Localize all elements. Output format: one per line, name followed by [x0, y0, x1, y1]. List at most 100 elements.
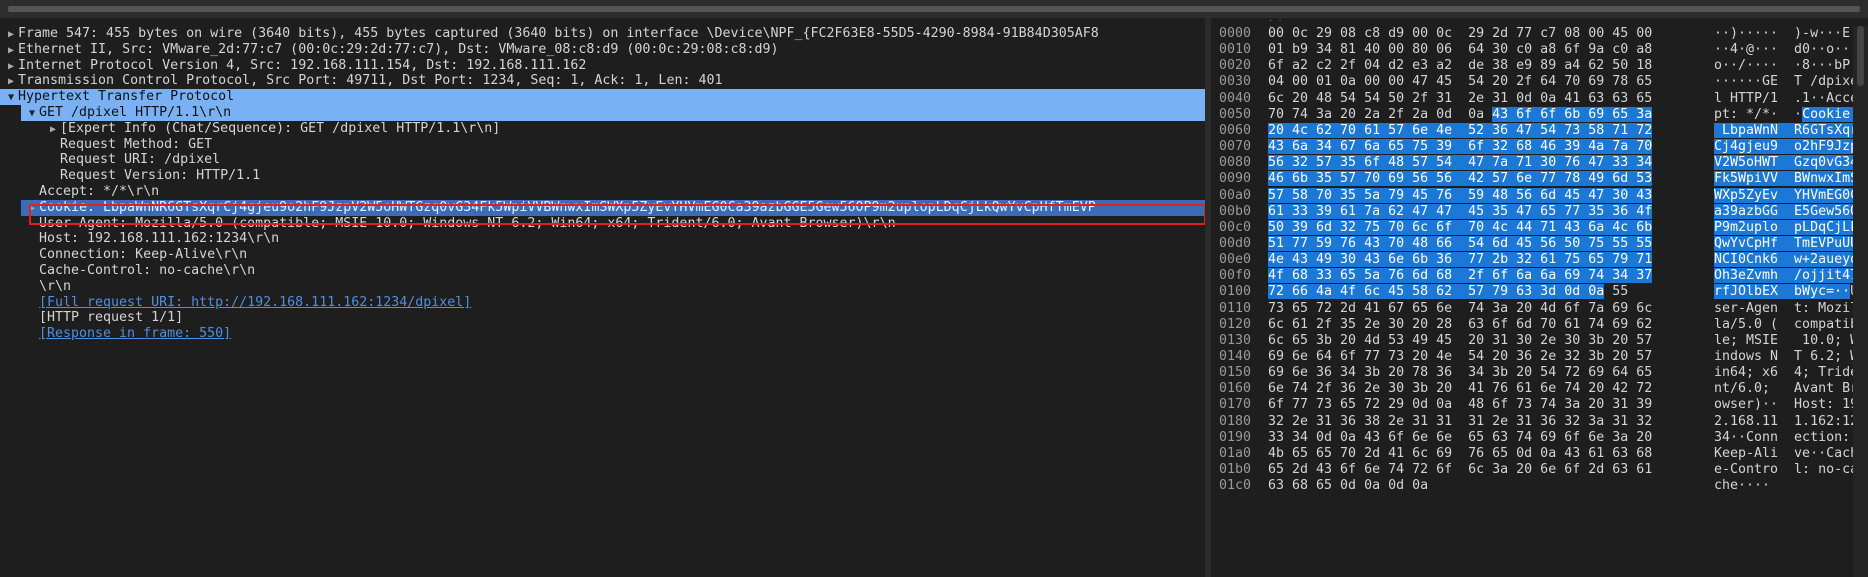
ascii-bytes[interactable]: in64; x6 4; Tride [1714, 365, 1864, 381]
hex-bytes[interactable]: 00 0c 29 08 c8 d9 00 0c 29 2d 77 c7 08 0… [1268, 26, 1676, 42]
tree-row[interactable]: ▶ Ethernet II, Src: VMware_2d:77:c7 (00:0… [0, 42, 1205, 58]
collapse-arrow-icon[interactable]: ▼ [4, 90, 18, 106]
hex-bytes[interactable]: 6c 65 3b 20 4d 53 49 45 20 31 30 2e 30 3… [1268, 333, 1676, 349]
bytes-row[interactable]: 01b0 65 2d 43 6f 6e 74 72 6f 6c 3a 20 6e … [1211, 462, 1868, 478]
tree-row[interactable]: ▶ Frame 547: 455 bytes on wire (3640 bits… [0, 26, 1205, 42]
bytes-row[interactable]: 0000 00 0c 29 08 c8 d9 00 0c 29 2d 77 c7 … [1211, 26, 1868, 42]
hex-bytes[interactable]: 50 39 6d 32 75 70 6c 6f 70 4c 44 71 43 6… [1268, 219, 1676, 236]
ascii-bytes[interactable]: Oh3eZvmh /ojjit47 [1714, 268, 1864, 284]
bytes-row[interactable]: 01c0 63 68 65 0d 0a 0d 0a che···· [1211, 478, 1868, 494]
expand-arrow-icon[interactable]: ▶ [46, 122, 60, 138]
hex-bytes[interactable]: 6c 20 48 54 54 50 2f 31 2e 31 0d 0a 41 6… [1268, 91, 1676, 107]
bytes-row[interactable]: 0010 01 b9 34 81 40 00 80 06 64 30 c0 a8 … [1211, 42, 1868, 58]
ascii-bytes[interactable]: P9m2uplo pLDqCjLk [1714, 219, 1864, 236]
bytes-row[interactable]: 0040 6c 20 48 54 54 50 2f 31 2e 31 0d 0a … [1211, 91, 1868, 107]
packet-bytes-pane[interactable]: 0000 00 0c 29 08 c8 d9 00 0c 29 2d 77 c7 … [1211, 26, 1868, 577]
hex-bytes[interactable]: 32 2e 31 36 38 2e 31 31 31 2e 31 36 32 3… [1268, 414, 1676, 430]
bytes-row[interactable]: 0190 33 34 0d 0a 43 6f 6e 6e 65 63 74 69 … [1211, 430, 1868, 446]
ascii-bytes[interactable]: V2W5oHWT Gzq0vG34 [1714, 155, 1864, 171]
tree-row[interactable]: ▶ Transmission Control Protocol, Src Port… [0, 73, 1205, 89]
hex-bytes[interactable]: 01 b9 34 81 40 00 80 06 64 30 c0 a8 6f 9… [1268, 42, 1676, 58]
bytes-row[interactable]: 0180 32 2e 31 36 38 2e 31 31 31 2e 31 36 … [1211, 414, 1868, 430]
ascii-bytes[interactable]: Cj4gjeu9 o2hF9Jzp [1714, 139, 1864, 155]
bytes-row[interactable]: 0170 6f 77 73 65 72 29 0d 0a 48 6f 73 74 … [1211, 397, 1868, 413]
ascii-bytes[interactable]: ······GE T /dpixe [1714, 74, 1864, 90]
ascii-bytes[interactable]: Fk5WpiVV BWnwxImS [1714, 171, 1864, 187]
bytes-row[interactable]: 0030 04 00 01 0a 00 00 47 45 54 20 2f 64 … [1211, 74, 1868, 90]
bytes-row[interactable]: 0100 72 66 4a 4f 6c 45 58 62 57 79 63 3d … [1211, 284, 1868, 300]
ascii-bytes[interactable]: NCI0Cnk6 w+2aueyq [1714, 252, 1864, 268]
hex-bytes[interactable]: 43 6a 34 67 6a 65 75 39 6f 32 68 46 39 4… [1268, 139, 1676, 155]
tree-row[interactable]: Request Version: HTTP/1.1 [0, 168, 1205, 184]
ascii-bytes[interactable]: indows N T 6.2; W [1714, 349, 1864, 365]
tree-row[interactable]: [Response in frame: 550] [0, 326, 1205, 342]
ascii-bytes[interactable]: pt: */*· ·Cookie: [1714, 106, 1864, 123]
ascii-bytes[interactable]: 34··Conn ection: [1714, 430, 1864, 446]
bytes-row[interactable]: 01a0 4b 65 65 70 2d 41 6c 69 76 65 0d 0a … [1211, 446, 1868, 462]
pane-splitter-grip[interactable]: · · · · · [1268, 17, 1290, 37]
ascii-bytes[interactable]: QwYvCpHf TmEVPuUU [1714, 235, 1864, 252]
hex-bytes[interactable]: 6e 74 2f 36 2e 30 3b 20 41 76 61 6e 74 2… [1268, 381, 1676, 397]
expand-arrow-icon[interactable]: ▶ [4, 27, 18, 43]
tree-row[interactable]: Accept: */*\r\n [0, 184, 1205, 200]
ascii-bytes[interactable]: nt/6.0; Avant Br [1714, 381, 1864, 397]
hex-bytes[interactable]: 04 00 01 0a 00 00 47 45 54 20 2f 64 70 6… [1268, 74, 1676, 90]
ascii-bytes[interactable]: o··/···· ·8···bP· [1714, 58, 1864, 74]
bytes-row[interactable]: 0070 43 6a 34 67 6a 65 75 39 6f 32 68 46 … [1211, 139, 1868, 155]
bytes-row[interactable]: 0090 46 6b 35 57 70 69 56 56 42 57 6e 77 … [1211, 171, 1868, 187]
tree-row[interactable]: Request URI: /dpixel [0, 152, 1205, 168]
collapse-arrow-icon[interactable]: ▼ [25, 106, 39, 122]
ascii-bytes[interactable]: che···· [1714, 478, 1864, 494]
tree-link[interactable]: [Full request URI: http://192.168.111.16… [39, 295, 471, 310]
hex-bytes[interactable]: 69 6e 64 6f 77 73 20 4e 54 20 36 2e 32 3… [1268, 349, 1676, 365]
ascii-bytes[interactable]: e-Contro l: no-ca [1714, 462, 1864, 478]
ascii-bytes[interactable]: ··4·@··· d0··o··· [1714, 42, 1864, 58]
ascii-bytes[interactable]: WXp5ZyEv YHVmEG0C [1714, 187, 1864, 204]
bytes-row[interactable]: 0060 20 4c 62 70 61 57 6e 4e 52 36 47 54 … [1211, 122, 1868, 139]
hex-bytes[interactable]: 57 58 70 35 5a 79 45 76 59 48 56 6d 45 4… [1268, 187, 1676, 204]
tree-row[interactable]: ▶ Internet Protocol Version 4, Src: 192.1… [0, 58, 1205, 74]
hex-bytes[interactable]: 6f 77 73 65 72 29 0d 0a 48 6f 73 74 3a 2… [1268, 397, 1676, 413]
ascii-bytes[interactable]: l HTTP/1 .1··Acce [1714, 91, 1864, 107]
ascii-bytes[interactable]: ser-Agen t: Mozil [1714, 301, 1864, 317]
bytes-row[interactable]: 0020 6f a2 c2 2f 04 d2 e3 a2 de 38 e9 89 … [1211, 58, 1868, 74]
ascii-bytes[interactable]: owser)·· Host: 19 [1714, 397, 1864, 413]
hex-bytes[interactable]: 73 65 72 2d 41 67 65 6e 74 3a 20 4d 6f 7… [1268, 301, 1676, 317]
tree-row[interactable]: [HTTP request 1/1] [0, 310, 1205, 326]
bytes-row[interactable]: 0050 70 74 3a 20 2a 2f 2a 0d 0a 43 6f 6f … [1211, 106, 1868, 123]
tree-link[interactable]: [Response in frame: 550] [39, 326, 231, 341]
bytes-row[interactable]: 00d0 51 77 59 76 43 70 48 66 54 6d 45 56 … [1211, 235, 1868, 252]
tree-row[interactable]: ▶ [Expert Info (Chat/Sequence): GET /dpix… [0, 121, 1205, 137]
vertical-scrollbar[interactable] [1853, 26, 1868, 577]
hex-bytes[interactable]: 56 32 57 35 6f 48 57 54 47 7a 71 30 76 4… [1268, 155, 1676, 171]
hex-bytes[interactable]: 20 4c 62 70 61 57 6e 4e 52 36 47 54 73 5… [1268, 122, 1676, 139]
horizontal-scrollbar[interactable] [0, 0, 1868, 18]
tree-row[interactable]: Request Method: GET [0, 137, 1205, 153]
tree-row[interactable]: \r\n [0, 279, 1205, 295]
bytes-row[interactable]: 00f0 4f 68 33 65 5a 76 6d 68 2f 6f 6a 6a … [1211, 268, 1868, 284]
ascii-bytes[interactable]: Keep-Ali ve··Cach [1714, 446, 1864, 462]
ascii-bytes[interactable]: rfJOlbEX bWyc=··U [1714, 284, 1864, 300]
bytes-row[interactable]: 0080 56 32 57 35 6f 48 57 54 47 7a 71 30 … [1211, 155, 1868, 171]
bytes-row[interactable]: 0130 6c 65 3b 20 4d 53 49 45 20 31 30 2e … [1211, 333, 1868, 349]
expand-arrow-icon[interactable]: ▶ [4, 59, 18, 75]
hex-bytes[interactable]: 4e 43 49 30 43 6e 6b 36 77 2b 32 61 75 6… [1268, 252, 1676, 268]
hex-bytes[interactable]: 4f 68 33 65 5a 76 6d 68 2f 6f 6a 6a 69 7… [1268, 268, 1676, 284]
hex-bytes[interactable]: 69 6e 36 34 3b 20 78 36 34 3b 20 54 72 6… [1268, 365, 1676, 381]
tree-row[interactable]: [Full request URI: http://192.168.111.16… [0, 295, 1205, 311]
scrollbar-thumb[interactable] [1857, 26, 1864, 86]
tree-row[interactable]: Host: 192.168.111.162:1234\r\n [0, 231, 1205, 247]
hex-bytes[interactable]: 70 74 3a 20 2a 2f 2a 0d 0a 43 6f 6f 6b 6… [1268, 106, 1676, 123]
hex-bytes[interactable]: 6c 61 2f 35 2e 30 20 28 63 6f 6d 70 61 7… [1268, 317, 1676, 333]
bytes-row[interactable]: 00e0 4e 43 49 30 43 6e 6b 36 77 2b 32 61 … [1211, 252, 1868, 268]
scrollbar-track[interactable] [8, 6, 1860, 12]
bytes-row[interactable]: 00c0 50 39 6d 32 75 70 6c 6f 70 4c 44 71 … [1211, 219, 1868, 236]
hex-bytes[interactable]: 61 33 39 61 7a 62 47 47 45 35 47 65 77 3… [1268, 203, 1676, 220]
bytes-row[interactable]: 0150 69 6e 36 34 3b 20 78 36 34 3b 20 54 … [1211, 365, 1868, 381]
hex-bytes[interactable]: 6f a2 c2 2f 04 d2 e3 a2 de 38 e9 89 a4 6… [1268, 58, 1676, 74]
ascii-bytes[interactable]: ··)····· )-w···E· [1714, 26, 1864, 42]
packet-details-tree[interactable]: ▶ Frame 547: 455 bytes on wire (3640 bits… [0, 26, 1205, 577]
tree-row[interactable]: Connection: Keep-Alive\r\n [0, 247, 1205, 263]
expand-arrow-icon[interactable]: ▶ [4, 43, 18, 59]
bytes-row[interactable]: 0140 69 6e 64 6f 77 73 20 4e 54 20 36 2e … [1211, 349, 1868, 365]
